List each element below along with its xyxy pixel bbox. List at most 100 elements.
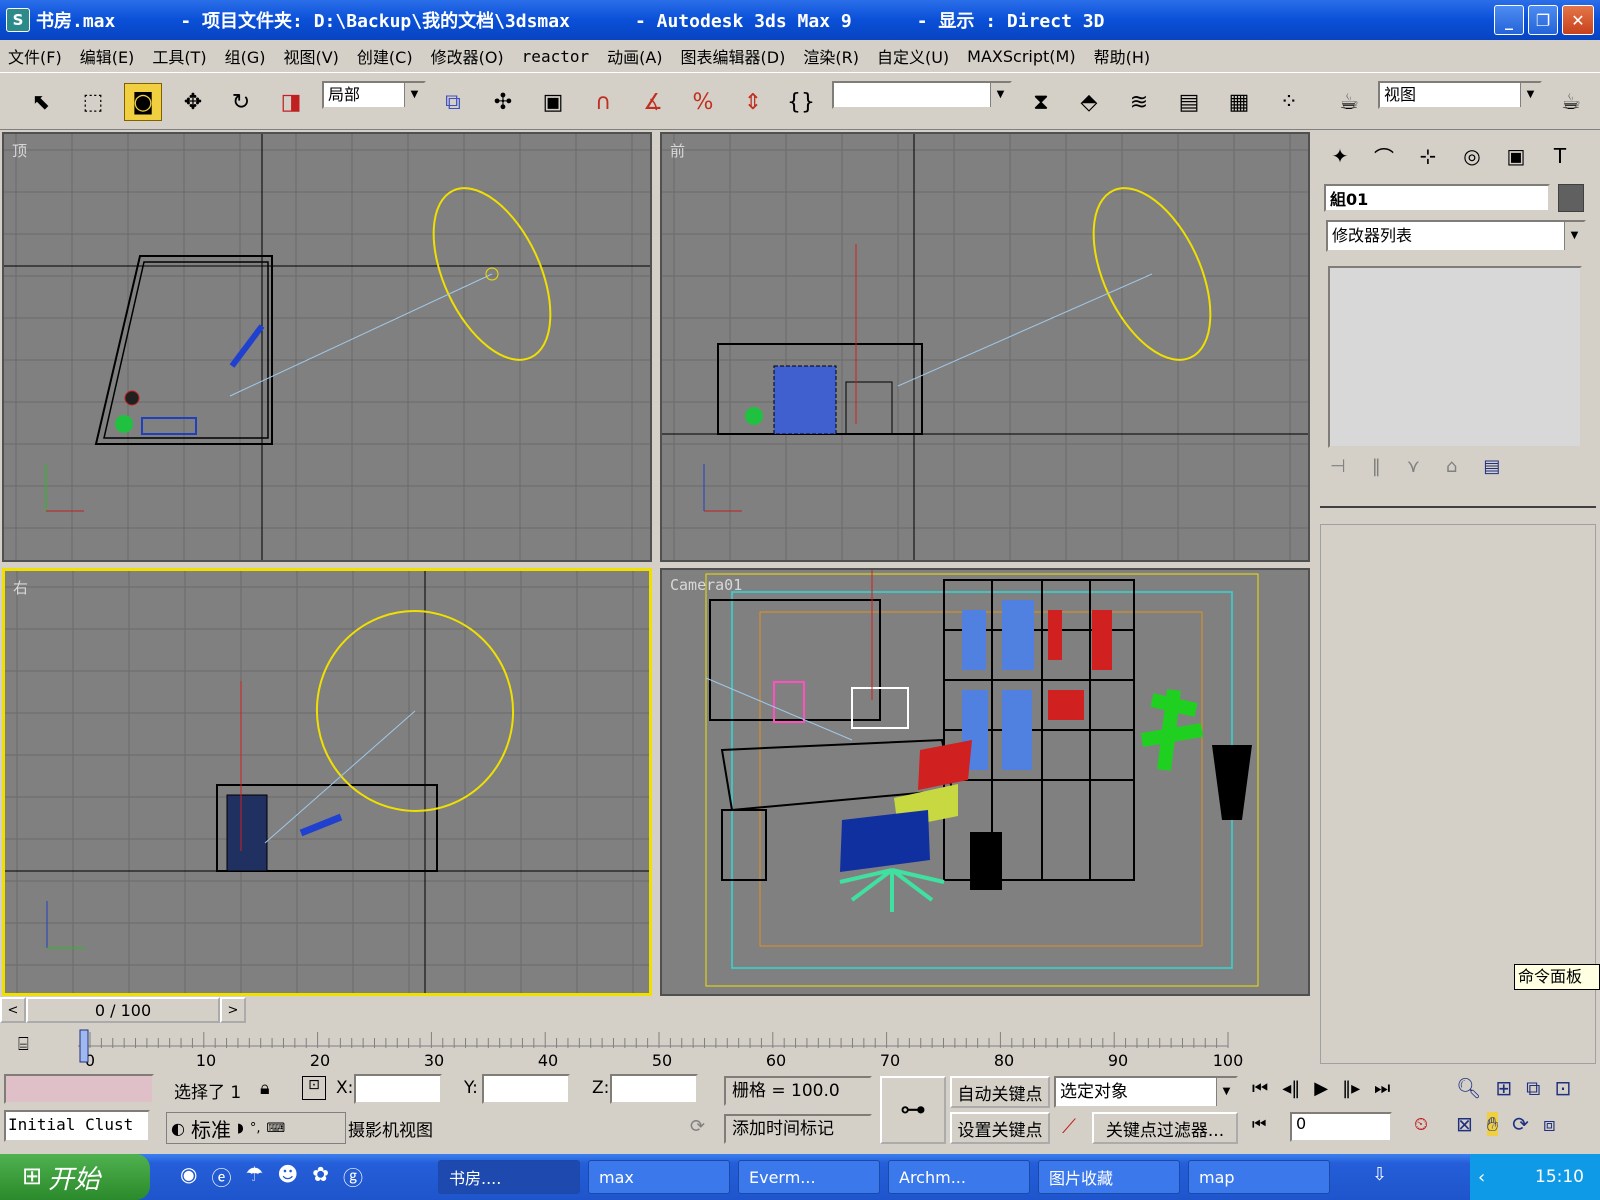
zoom-all-icon[interactable]: ⊞ (1495, 1076, 1512, 1100)
select-object-icon[interactable]: ⬉ (22, 83, 60, 121)
layer-manager-icon[interactable]: ≋ (1120, 83, 1158, 121)
pivot-center-icon[interactable]: ⧉ (434, 83, 472, 121)
menu-help[interactable]: 帮助(H) (1094, 44, 1151, 68)
named-selection-edit-icon[interactable]: {} (782, 83, 820, 121)
viewport-label-top[interactable]: 顶 (12, 140, 27, 161)
language-bar-icon[interactable]: ⇩ (1372, 1164, 1387, 1185)
menu-views[interactable]: 视图(V) (283, 44, 338, 68)
zoom-extents-icon[interactable]: ⧉ (1526, 1076, 1540, 1100)
menu-rendering[interactable]: 渲染(R) (803, 44, 859, 68)
time-config-icon[interactable]: ⏲ (1414, 1114, 1428, 1135)
task-folder-archm[interactable]: Archm... (888, 1160, 1030, 1194)
y-coordinate-field[interactable] (482, 1074, 570, 1104)
utilities-tab-icon[interactable]: T (1540, 136, 1580, 176)
selected-object-dropdown[interactable]: 选定对象 ▼ (1054, 1076, 1238, 1108)
curve-editor-icon[interactable]: ▤ (1170, 83, 1208, 121)
task-picture-collection[interactable]: 图片收藏 (1038, 1160, 1180, 1194)
soft-keyboard-icon[interactable]: ⌨ (266, 1121, 285, 1136)
close-button[interactable]: ✕ (1562, 5, 1594, 35)
punctuation-icon[interactable]: °, (250, 1121, 261, 1136)
viewport-front[interactable]: 前 (660, 132, 1310, 562)
app-icon[interactable]: S (6, 8, 30, 32)
pan-icon[interactable]: ✋︎ (1486, 1112, 1499, 1136)
keyboard-shortcut-icon[interactable]: ▣ (534, 83, 572, 121)
menu-edit[interactable]: 编辑(E) (80, 44, 135, 68)
schematic-view-icon[interactable]: ▦ (1220, 83, 1258, 121)
pin-stack-icon[interactable]: ⊣ (1330, 456, 1346, 480)
mirror-icon[interactable]: ⧗ (1022, 83, 1060, 121)
track-bar[interactable]: ⌸ 0 10 20 30 40 50 60 70 80 90 100 (0, 1026, 1312, 1068)
prev-key-icon[interactable]: ◂‖ (1282, 1078, 1300, 1099)
task-3dsmax[interactable]: 书房.... (438, 1160, 580, 1194)
mini-curve-editor-icon[interactable]: ⌸ (18, 1034, 48, 1060)
material-editor-icon[interactable]: ⁘ (1270, 83, 1308, 121)
menu-customize[interactable]: 自定义(U) (877, 44, 949, 68)
viewport-label-camera[interactable]: Camera01 (670, 576, 742, 594)
zoom-extents-all-icon[interactable]: ⊡ (1554, 1076, 1571, 1100)
menu-create[interactable]: 创建(C) (357, 44, 413, 68)
menu-graph-editors[interactable]: 图表编辑器(D) (681, 44, 786, 68)
viewport-right[interactable]: 右 (2, 568, 652, 996)
next-frame-icon[interactable]: > (220, 997, 246, 1023)
snap-toggle-icon[interactable]: ∩ (584, 83, 622, 121)
tiger-icon[interactable]: ☻ (277, 1162, 298, 1191)
minimize-button[interactable]: _ (1494, 5, 1524, 35)
task-folder-map[interactable]: map (1188, 1160, 1330, 1194)
viewport-label-right[interactable]: 右 (13, 577, 28, 598)
menu-animation[interactable]: 动画(A) (607, 44, 662, 68)
current-frame-marker[interactable] (79, 1029, 89, 1063)
modifier-stack[interactable] (1328, 266, 1582, 448)
goto-start-icon[interactable]: ⏮ (1252, 1078, 1268, 1099)
auto-key-button[interactable]: 自动关键点 (950, 1076, 1050, 1108)
goto-end-icon[interactable]: ⏭ (1374, 1078, 1390, 1099)
modify-tab-icon[interactable]: ⌒ (1364, 136, 1404, 176)
half-width-icon[interactable]: ◗ (237, 1121, 244, 1136)
angle-snap-icon[interactable]: ∡ (634, 83, 672, 121)
select-region-icon[interactable]: ⬚ (74, 83, 112, 121)
menu-tools[interactable]: 工具(T) (152, 44, 206, 68)
show-end-result-icon[interactable]: ‖ (1372, 456, 1381, 480)
maxscript-mini-listener-top[interactable] (4, 1074, 154, 1104)
media-player-icon[interactable]: ◉ (180, 1162, 197, 1191)
key-filters-button[interactable]: 关键点过滤器... (1092, 1112, 1238, 1144)
time-slider[interactable]: < 0 / 100 > (0, 997, 1310, 1023)
hierarchy-tab-icon[interactable]: ⊹ (1408, 136, 1448, 176)
remove-modifier-icon[interactable]: ⌂ (1446, 456, 1457, 480)
spinner-snap-icon[interactable]: ⇕ (734, 83, 772, 121)
umbrella-icon[interactable]: ☂ (245, 1162, 263, 1191)
ime-logo-icon[interactable]: ◐ (171, 1119, 185, 1138)
ie-icon[interactable]: ⓔ (211, 1162, 231, 1191)
create-tab-icon[interactable]: ✦ (1320, 136, 1360, 176)
set-key-button[interactable]: 设置关键点 (950, 1112, 1050, 1144)
maxscript-listener[interactable]: Initial Clust (4, 1110, 150, 1142)
maximize-viewport-icon[interactable]: ⧈ (1543, 1112, 1556, 1136)
browser-icon[interactable]: ⓖ (343, 1162, 363, 1191)
reference-coordinate-dropdown[interactable]: 局部 ▼ (322, 81, 426, 109)
scale-icon[interactable]: ◨ (272, 83, 310, 121)
object-name-field[interactable]: 組01 (1324, 184, 1550, 212)
make-unique-icon[interactable]: ⋎ (1407, 456, 1420, 480)
select-manipulate-icon[interactable]: ✣ (484, 83, 522, 121)
orbit-icon[interactable]: ⟳ (1512, 1112, 1529, 1136)
key-filter-curve-icon[interactable]: ⟋ (1062, 1114, 1076, 1138)
qq-icon[interactable]: ✿ (312, 1162, 329, 1191)
maximize-button[interactable]: ❐ (1528, 5, 1558, 35)
object-color-swatch[interactable] (1558, 184, 1584, 212)
time-slider-thumb[interactable]: 0 / 100 (26, 997, 220, 1023)
named-selection-dropdown[interactable]: ▼ (832, 81, 1012, 109)
rotate-icon[interactable]: ↻ (222, 83, 260, 121)
align-icon[interactable]: ⬘ (1070, 83, 1108, 121)
ime-mode[interactable]: 标准 (191, 1114, 231, 1143)
viewport-label-front[interactable]: 前 (670, 140, 685, 161)
move-icon[interactable]: ✥ (174, 83, 212, 121)
modifier-list-dropdown[interactable]: 修改器列表 ▼ (1326, 220, 1586, 252)
motion-tab-icon[interactable]: ◎ (1452, 136, 1492, 176)
set-key-mode-button[interactable]: ⊶ (880, 1076, 946, 1144)
window-crossing-icon[interactable]: ◙ (124, 83, 162, 121)
render-type-dropdown[interactable]: 视图 ▼ (1378, 81, 1542, 109)
task-folder-max[interactable]: max (588, 1160, 730, 1194)
menu-modifiers[interactable]: 修改器(O) (431, 44, 504, 68)
render-scene-icon[interactable]: ☕ (1330, 83, 1368, 121)
menu-maxscript[interactable]: MAXScript(M) (967, 47, 1075, 66)
menu-reactor[interactable]: reactor (522, 47, 589, 66)
